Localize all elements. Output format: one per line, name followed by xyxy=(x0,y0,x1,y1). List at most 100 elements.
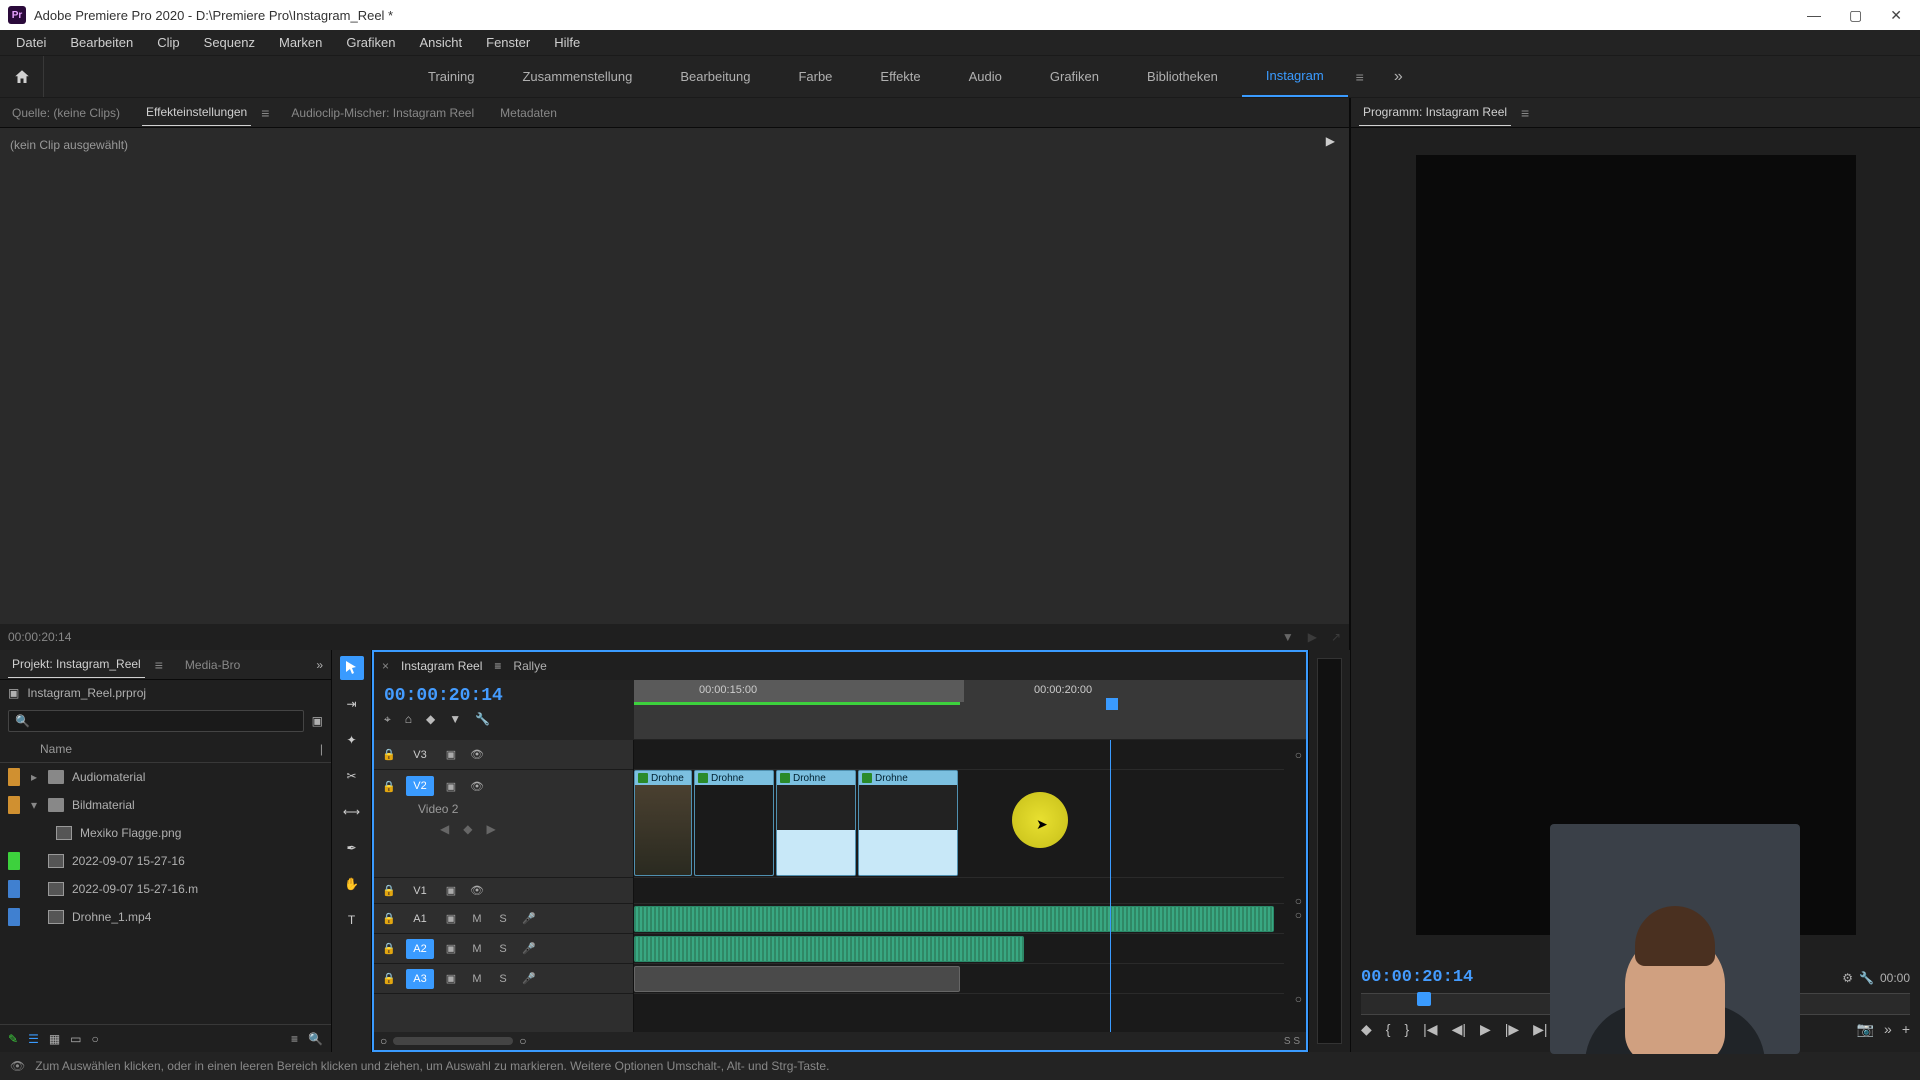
sync-lock-icon[interactable]: ▣ xyxy=(442,942,460,955)
panel-menu-icon[interactable]: ≡ xyxy=(261,105,269,121)
eye-icon[interactable]: 👁 xyxy=(468,780,486,793)
add-keyframe-icon[interactable]: ◆ xyxy=(463,822,472,836)
mute-icon[interactable]: M xyxy=(468,913,486,925)
type-tool-icon[interactable]: T xyxy=(340,908,364,932)
timeline-track-area[interactable]: Drohne Drohne Drohne Drohne xyxy=(634,740,1306,1032)
audio-clip[interactable] xyxy=(634,906,1274,932)
pen-tool-icon[interactable]: ✒ xyxy=(340,836,364,860)
audio-clip[interactable] xyxy=(634,936,1024,962)
lock-icon[interactable]: 🔒 xyxy=(380,972,398,985)
maximize-button[interactable]: ▢ xyxy=(1849,7,1862,24)
lock-icon[interactable]: 🔒 xyxy=(380,748,398,761)
lock-icon[interactable]: 🔒 xyxy=(380,780,398,793)
button-editor-icon[interactable]: » xyxy=(1884,1021,1892,1038)
sync-lock-icon[interactable]: ▣ xyxy=(442,748,460,761)
pen-icon[interactable]: ✎ xyxy=(8,1032,18,1046)
menu-sequenz[interactable]: Sequenz xyxy=(192,31,267,54)
solo-icon[interactable]: S xyxy=(494,943,512,955)
item-name[interactable]: 2022-09-07 15-27-16.m xyxy=(72,882,198,896)
column-name[interactable]: Name xyxy=(40,742,72,756)
item-name[interactable]: 2022-09-07 15-27-16 xyxy=(72,854,185,868)
add-marker-icon[interactable]: ◆ xyxy=(1361,1021,1372,1038)
track-select-tool-icon[interactable]: ⇥ xyxy=(340,692,364,716)
snap-icon[interactable]: ⌖ xyxy=(384,712,391,727)
export-frame-icon[interactable]: 📷 xyxy=(1857,1021,1874,1038)
workspace-zusammenstellung[interactable]: Zusammenstellung xyxy=(498,56,656,97)
next-keyframe-icon[interactable]: ▶ xyxy=(486,822,495,836)
play-only-icon[interactable]: ▶ xyxy=(1308,630,1317,644)
timeline-clip[interactable]: Drohne xyxy=(694,770,774,876)
list-view-icon[interactable]: ☰ xyxy=(28,1032,39,1046)
workspace-training[interactable]: Training xyxy=(404,56,498,97)
sync-lock-icon[interactable]: ▣ xyxy=(442,912,460,925)
workspace-farbe[interactable]: Farbe xyxy=(774,56,856,97)
workspace-grafiken[interactable]: Grafiken xyxy=(1026,56,1123,97)
track-v1-label[interactable]: V1 xyxy=(406,881,434,901)
timeline-settings-icon[interactable]: 🔧 xyxy=(475,712,490,727)
playhead-line[interactable] xyxy=(1110,740,1111,1032)
tab-media-browser[interactable]: Media-Bro xyxy=(181,652,244,678)
new-bin-icon[interactable]: ▣ xyxy=(312,714,323,728)
item-name[interactable]: Drohne_1.mp4 xyxy=(72,910,151,924)
track-a1-label[interactable]: A1 xyxy=(406,909,434,929)
track-v3-label[interactable]: V3 xyxy=(406,745,434,765)
voiceover-icon[interactable]: 🎤 xyxy=(520,912,538,925)
wrench-icon[interactable]: 🔧 xyxy=(1859,971,1874,985)
timeline-timecode[interactable]: 00:00:20:14 xyxy=(384,686,624,706)
tab-metadata[interactable]: Metadaten xyxy=(496,100,561,126)
zoom-slider-icon[interactable]: ○ xyxy=(92,1032,99,1046)
linked-selection-icon[interactable]: ⌂ xyxy=(405,712,412,727)
razor-tool-icon[interactable]: ✂ xyxy=(340,764,364,788)
mark-out-icon[interactable]: } xyxy=(1404,1021,1409,1038)
workspace-effekte[interactable]: Effekte xyxy=(856,56,944,97)
project-file-list[interactable]: ▸ Audiomaterial ▾ Bildmaterial Mexiko Fl… xyxy=(0,763,331,1024)
close-button[interactable]: ✕ xyxy=(1890,7,1902,24)
prev-keyframe-icon[interactable]: ◀ xyxy=(440,822,449,836)
timeline-tab-instagram-reel[interactable]: Instagram Reel xyxy=(401,659,482,673)
settings-icon[interactable]: ⚙ xyxy=(1842,971,1853,985)
mute-icon[interactable]: M xyxy=(468,973,486,985)
program-timecode[interactable]: 00:00:20:14 xyxy=(1361,968,1473,987)
zoom-out-icon[interactable]: ○ xyxy=(380,1034,387,1048)
filter-icon[interactable]: ▼ xyxy=(1282,630,1294,644)
hand-tool-icon[interactable]: ✋ xyxy=(340,872,364,896)
audio-clip[interactable] xyxy=(634,966,960,992)
workspace-menu-icon[interactable]: ≡ xyxy=(1356,69,1364,85)
workspace-bibliotheken[interactable]: Bibliotheken xyxy=(1123,56,1242,97)
marker-icon[interactable]: ▼ xyxy=(449,712,461,727)
lock-icon[interactable]: 🔒 xyxy=(380,942,398,955)
track-v2-label[interactable]: V2 xyxy=(406,776,434,796)
zoom-slider[interactable] xyxy=(393,1037,513,1045)
solo-icon[interactable]: S xyxy=(494,973,512,985)
tab-effect-controls[interactable]: Effekteinstellungen xyxy=(142,99,251,126)
workspace-bearbeitung[interactable]: Bearbeitung xyxy=(656,56,774,97)
timeline-clip[interactable]: Drohne xyxy=(634,770,692,876)
eye-icon[interactable]: 👁 xyxy=(468,748,486,761)
go-out-icon[interactable]: ▶| xyxy=(1533,1021,1547,1038)
item-name[interactable]: Bildmaterial xyxy=(72,798,135,812)
work-area-bar[interactable] xyxy=(634,680,964,702)
timeline-tab-rallye[interactable]: Rallye xyxy=(513,659,546,673)
step-back-icon[interactable]: ◀| xyxy=(1452,1021,1466,1038)
menu-fenster[interactable]: Fenster xyxy=(474,31,542,54)
minimize-button[interactable]: — xyxy=(1807,7,1821,23)
sync-lock-icon[interactable]: ▣ xyxy=(442,884,460,897)
timeline-playhead-icon[interactable] xyxy=(1106,698,1118,710)
go-in-icon[interactable]: |◀ xyxy=(1423,1021,1437,1038)
solo-icon[interactable]: S xyxy=(494,913,512,925)
export-icon[interactable]: ↗ xyxy=(1331,630,1341,644)
expand-icon[interactable]: ▾ xyxy=(28,798,40,812)
program-tab[interactable]: Programm: Instagram Reel xyxy=(1359,99,1511,126)
tab-audio-mixer[interactable]: Audioclip-Mischer: Instagram Reel xyxy=(287,100,478,126)
item-name[interactable]: Audiomaterial xyxy=(72,770,145,784)
voiceover-icon[interactable]: 🎤 xyxy=(520,972,538,985)
track-a3-label[interactable]: A3 xyxy=(406,969,434,989)
menu-clip[interactable]: Clip xyxy=(145,31,191,54)
sync-lock-icon[interactable]: ▣ xyxy=(442,780,460,793)
workspace-instagram[interactable]: Instagram xyxy=(1242,56,1348,97)
tab-project[interactable]: Projekt: Instagram_Reel xyxy=(8,651,145,678)
expand-icon[interactable]: ▸ xyxy=(28,770,40,784)
step-forward-icon[interactable]: |▶ xyxy=(1505,1021,1519,1038)
menu-grafiken[interactable]: Grafiken xyxy=(334,31,407,54)
freeform-icon[interactable]: ▭ xyxy=(70,1032,81,1046)
